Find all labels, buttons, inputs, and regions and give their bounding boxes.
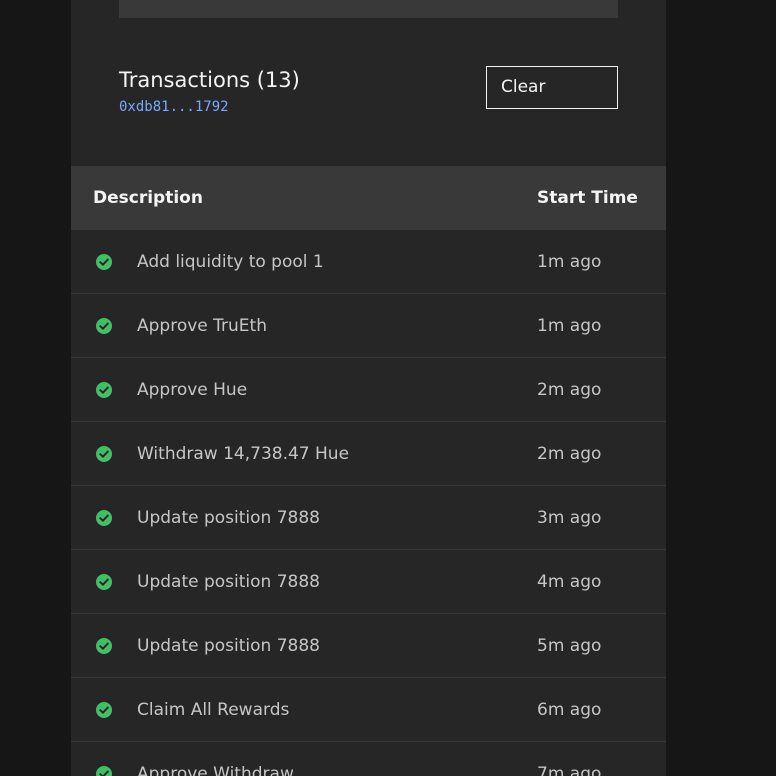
transaction-start-time: 7m ago bbox=[537, 764, 602, 776]
transaction-description: Approve TruEth bbox=[137, 316, 267, 336]
table-row[interactable]: Update position 7888 4m ago bbox=[71, 550, 666, 614]
column-header-description[interactable]: Description bbox=[93, 166, 203, 230]
checkmark-filled-icon bbox=[96, 702, 112, 718]
table-body: Add liquidity to pool 1 1m ago Approve Tru… bbox=[71, 230, 666, 776]
table-row[interactable]: Approve Withdraw 7m ago bbox=[71, 742, 666, 776]
transaction-description: Approve Withdraw bbox=[137, 764, 294, 776]
transaction-description: Withdraw 14,738.47 Hue bbox=[137, 444, 350, 464]
checkmark-filled-icon bbox=[96, 254, 112, 270]
table-row[interactable]: Withdraw 14,738.47 Hue 2m ago bbox=[71, 422, 666, 486]
table-row[interactable]: Add liquidity to pool 1 1m ago bbox=[71, 230, 666, 294]
table-row[interactable]: Approve TruEth 1m ago bbox=[71, 294, 666, 358]
checkmark-filled-icon bbox=[96, 318, 112, 334]
transaction-description: Add liquidity to pool 1 bbox=[137, 252, 324, 272]
checkmark-filled-icon bbox=[96, 638, 112, 654]
transaction-start-time: 3m ago bbox=[537, 508, 602, 528]
transactions-title: Transactions (13) bbox=[119, 68, 300, 92]
column-header-start-time[interactable]: Start Time bbox=[537, 166, 638, 230]
top-input-strip bbox=[119, 0, 618, 18]
checkmark-filled-icon bbox=[96, 446, 112, 462]
table-row[interactable]: Update position 7888 5m ago bbox=[71, 614, 666, 678]
transaction-description: Approve Hue bbox=[137, 380, 248, 400]
transaction-start-time: 6m ago bbox=[537, 700, 602, 720]
transactions-panel: Transactions (13) 0xdb81...1792 Clear De… bbox=[71, 0, 666, 776]
checkmark-filled-icon bbox=[96, 382, 112, 398]
table-row[interactable]: Update position 7888 3m ago bbox=[71, 486, 666, 550]
table-row[interactable]: Approve Hue 2m ago bbox=[71, 358, 666, 422]
wallet-address[interactable]: 0xdb81...1792 bbox=[119, 98, 229, 116]
checkmark-filled-icon bbox=[96, 766, 112, 776]
transaction-description: Update position 7888 bbox=[137, 572, 320, 592]
clear-button[interactable]: Clear bbox=[486, 66, 618, 109]
transaction-description: Update position 7888 bbox=[137, 508, 320, 528]
transaction-start-time: 5m ago bbox=[537, 636, 602, 656]
transaction-start-time: 1m ago bbox=[537, 316, 602, 336]
checkmark-filled-icon bbox=[96, 574, 112, 590]
transaction-start-time: 4m ago bbox=[537, 572, 602, 592]
checkmark-filled-icon bbox=[96, 510, 112, 526]
transaction-start-time: 2m ago bbox=[537, 444, 602, 464]
table-row[interactable]: Claim All Rewards 6m ago bbox=[71, 678, 666, 742]
table-header: Description Start Time bbox=[71, 166, 666, 230]
transaction-description: Update position 7888 bbox=[137, 636, 320, 656]
transaction-start-time: 1m ago bbox=[537, 252, 602, 272]
transactions-table: Description Start Time Add liquidity to … bbox=[71, 166, 666, 776]
transaction-description: Claim All Rewards bbox=[137, 700, 290, 720]
transaction-start-time: 2m ago bbox=[537, 380, 602, 400]
